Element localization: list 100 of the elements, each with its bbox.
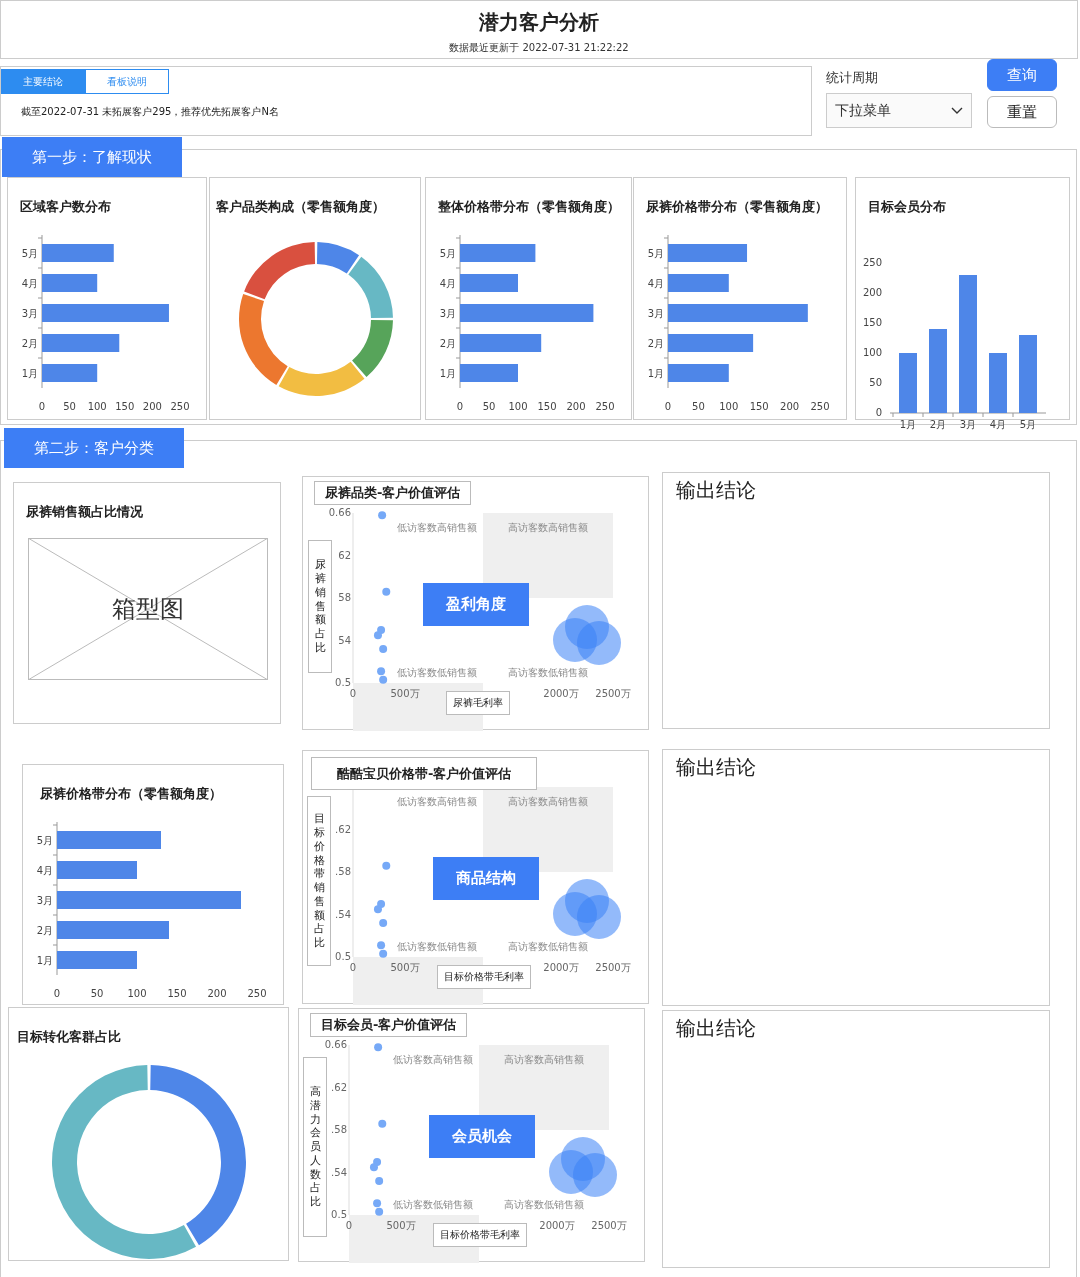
tab[interactable]: 主要结论: [1, 69, 85, 94]
quadrant-label: 低访客数低销售额: [397, 667, 477, 678]
x-axis-title: 尿裤毛利率: [446, 691, 510, 715]
category-label: 3月: [959, 419, 977, 430]
quadrant-label: 高访客数高销售额: [508, 522, 588, 533]
data-point: [379, 645, 388, 653]
data-point: [379, 919, 388, 927]
category-label: 1月: [439, 368, 456, 379]
conclusion-title: 输出结论: [676, 1016, 756, 1040]
tick-label: 50: [692, 401, 705, 412]
category-label: 5月: [647, 248, 664, 259]
card-title: 区域客户数分布: [19, 198, 112, 216]
tab[interactable]: 看板说明: [85, 69, 169, 94]
bar: [899, 353, 917, 413]
data-point: [378, 511, 387, 520]
tick-label: 0: [875, 407, 882, 418]
category-label: 3月: [647, 308, 664, 319]
tick-label: 200: [142, 401, 162, 412]
tick-label: 0.5: [335, 951, 351, 962]
category-label: 1月: [21, 368, 38, 379]
tick-label: 100: [862, 347, 882, 358]
quadrant-label: 高访客数低销售额: [508, 941, 588, 952]
chart-title: 酷酷宝贝价格带-客户价值评估: [311, 757, 538, 790]
data-point: [374, 1043, 383, 1052]
quadrant-label: 高访客数低销售额: [504, 1199, 584, 1210]
category-label: 2月: [36, 925, 53, 936]
y-axis-title: 目标价格带销售额占比: [307, 796, 331, 966]
category-label: 2月: [647, 338, 664, 349]
tick-label: 62: [338, 549, 351, 561]
card-title: 目标转化客群占比: [16, 1028, 122, 1046]
tick-label: 0.66: [328, 507, 351, 518]
tick-label: 0: [38, 401, 46, 412]
tick-label: 500万: [386, 1220, 416, 1231]
tick-label: 150: [537, 401, 557, 412]
bubble-cluster-drawing: [553, 605, 621, 665]
data-point: [377, 667, 386, 676]
data-point: [382, 861, 391, 870]
reset-button[interactable]: 重置: [987, 96, 1057, 128]
data-point: [382, 587, 391, 596]
chevron-down-icon: [951, 106, 963, 115]
tick-label: 50: [869, 377, 882, 388]
card-title: 尿裤价格带分布（零售额角度）: [645, 198, 829, 216]
category-label: 4月: [647, 278, 664, 289]
tick-label: 200: [207, 988, 227, 999]
tick-label: 250: [170, 401, 190, 412]
tick-label: 0: [53, 988, 61, 999]
bubble-cluster-drawing: [549, 1137, 617, 1197]
category-label: 4月: [439, 278, 456, 289]
tick-label: 250: [810, 401, 830, 412]
data-point: [375, 1207, 384, 1216]
tick-label: 50: [63, 401, 76, 412]
tick-label: 2000万: [543, 962, 579, 973]
tick-label: 0: [349, 688, 357, 699]
tick-label: 200: [780, 401, 800, 412]
summary-text: 截至2022-07-31 未拓展客户295，推荐优先拓展客户N名: [21, 105, 280, 119]
section-header: 第一步：了解现状: [2, 137, 182, 177]
bar: [668, 274, 729, 292]
bar: [989, 353, 1007, 413]
data-point: [377, 941, 386, 950]
quadrant-label: 低访客数高销售额: [397, 522, 477, 533]
card-title: 目标会员分布: [867, 198, 947, 216]
page-title: 潜力客户分析: [479, 9, 599, 36]
tick-label: 500万: [390, 962, 420, 973]
card-title: 客户品类构成（零售额角度）: [215, 198, 386, 216]
perspective-badge: 盈利角度: [423, 583, 529, 626]
chart-title: 目标会员-客户价值评估: [310, 1013, 468, 1037]
category-label: 2月: [439, 338, 456, 349]
category-label: 5月: [1019, 419, 1037, 430]
tick-label: .58: [331, 1124, 347, 1135]
data-point: [373, 631, 382, 640]
data-point: [373, 905, 382, 914]
tick-label: 0.5: [331, 1209, 347, 1220]
tick-label: 0.66: [324, 1039, 347, 1050]
tick-label: 2000万: [543, 688, 579, 699]
tick-label: .54: [331, 1166, 347, 1178]
category-label: 5月: [439, 248, 456, 259]
tick-label: 2500万: [595, 962, 631, 973]
tick-label: 150: [115, 401, 135, 412]
tick-label: .54: [335, 908, 351, 920]
category-label: 4月: [36, 865, 53, 876]
category-label: 1月: [647, 368, 664, 379]
conclusion-title: 输出结论: [676, 478, 756, 502]
section-header: 第二步：客户分类: [4, 428, 184, 468]
tick-label: 100: [87, 401, 107, 412]
tick-label: 0.5: [335, 677, 351, 688]
quadrant-label: 低访客数高销售额: [397, 796, 477, 807]
tick-label: 0: [345, 1220, 353, 1231]
period-dropdown[interactable]: 下拉菜单: [826, 93, 972, 128]
category-label: 2月: [929, 419, 947, 430]
placeholder-label: 箱型图: [112, 594, 184, 625]
category-label: 1月: [899, 419, 917, 430]
tick-label: 500万: [390, 688, 420, 699]
card-title: 整体价格带分布（零售额角度）: [437, 198, 621, 216]
category-label: 4月: [21, 278, 38, 289]
tick-label: .58: [335, 866, 351, 877]
category-label: 3月: [36, 895, 53, 906]
data-point: [369, 1163, 378, 1172]
tick-label: 58: [338, 592, 351, 603]
tick-label: 0: [349, 962, 357, 973]
query-button[interactable]: 查询: [987, 59, 1057, 91]
